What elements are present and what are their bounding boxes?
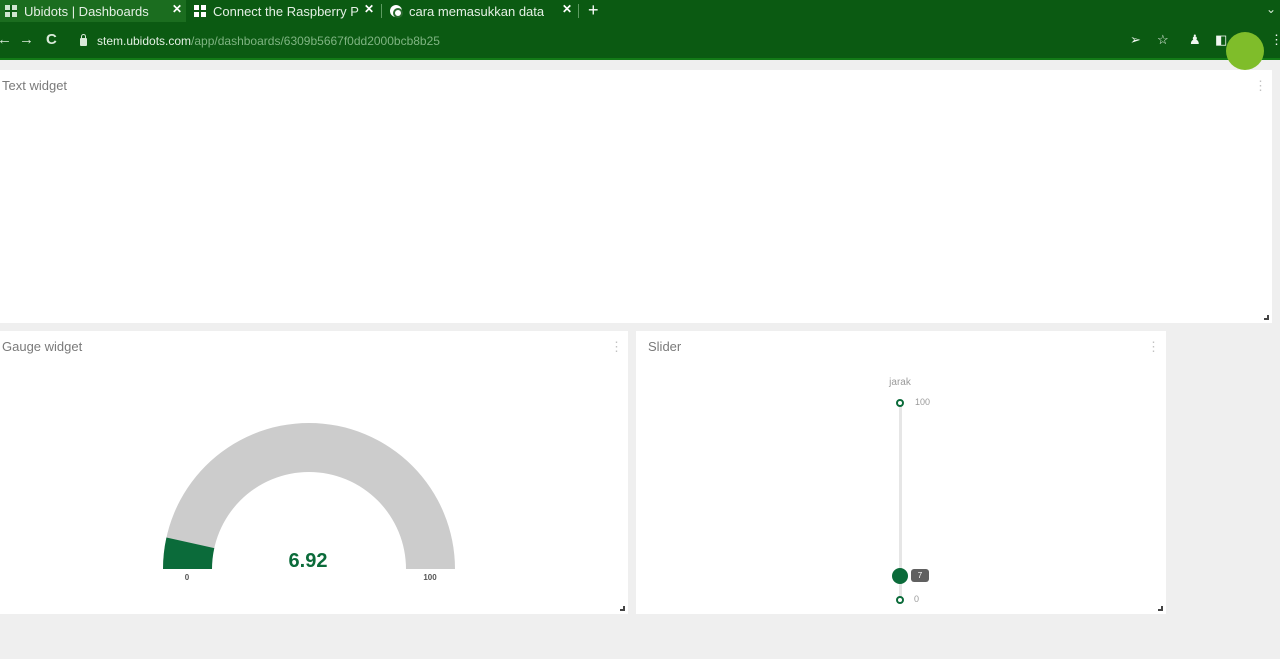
slider-value-tooltip: 7 [911, 568, 929, 582]
widget-title: Slider [648, 339, 682, 354]
browser-menu-icon[interactable]: ⋮ [1270, 32, 1280, 48]
lock-icon [80, 34, 87, 46]
close-tab-icon[interactable]: ✕ [562, 2, 572, 16]
text-widget: Text widget ⋮ [0, 70, 1272, 323]
widget-menu-icon[interactable]: ⋮ [1254, 78, 1267, 94]
slider-widget: Slider ⋮ jarak 100 0 7 [636, 331, 1166, 614]
tab-connect-raspberry[interactable]: Connect the Raspberry P ✕ [188, 0, 378, 22]
side-panel-icon[interactable]: ◧ [1215, 32, 1227, 48]
browser-toolbar: ← → C stem.ubidots.com /app/dashboards/6… [0, 22, 1280, 60]
slider-min-label: 0 [914, 594, 920, 604]
close-tab-icon[interactable]: ✕ [364, 2, 374, 16]
slider-handle[interactable] [892, 567, 908, 584]
new-tab-button[interactable]: + [588, 0, 599, 22]
back-icon[interactable]: ← [0, 31, 12, 49]
widget-title: Text widget [2, 78, 68, 93]
url-path: /app/dashboards/6309b5667f0dd2000bcb8b25 [191, 34, 440, 48]
gauge-value: 6.92 [288, 550, 328, 572]
resize-handle[interactable] [620, 606, 625, 611]
gauge-max-label: 100 [423, 573, 437, 582]
address-bar[interactable]: stem.ubidots.com /app/dashboards/6309b56… [80, 31, 640, 51]
google-favicon-icon [390, 5, 403, 18]
slider-min-marker [896, 596, 904, 604]
tab-cara-memasukkan-data[interactable]: cara memasukkan data ✕ [384, 0, 576, 22]
browser-tab-bar: Ubidots | Dashboards ✕ Connect the Raspb… [0, 0, 1280, 22]
bookmark-star-icon[interactable]: ☆ [1157, 32, 1169, 48]
tab-search-icon[interactable]: ⌄ [1266, 2, 1276, 16]
extensions-icon[interactable]: ♟ [1189, 32, 1201, 48]
share-icon[interactable]: ➢ [1130, 32, 1141, 48]
gauge-min-label: 0 [184, 573, 190, 582]
tab-separator [381, 4, 382, 18]
tab-title: Connect the Raspberry P [213, 3, 359, 19]
resize-handle[interactable] [1264, 315, 1269, 320]
tab-title: Ubidots | Dashboards [24, 3, 149, 19]
tab-ubidots-dashboards[interactable]: Ubidots | Dashboards ✕ [0, 0, 186, 22]
url-host: stem.ubidots.com [97, 34, 192, 48]
tab-title: cara memasukkan data [409, 3, 545, 19]
close-tab-icon[interactable]: ✕ [172, 2, 182, 16]
ubidots-favicon-icon [5, 5, 17, 17]
forward-icon[interactable]: → [19, 31, 34, 49]
floating-action-button[interactable] [1226, 32, 1264, 70]
windows-favicon-icon [194, 5, 206, 17]
slider-variable-label: jarak [889, 377, 911, 388]
gauge-widget: Gauge widget ⋮ 6.92 0 100 [0, 331, 628, 614]
resize-handle[interactable] [1158, 606, 1163, 611]
widget-menu-icon[interactable]: ⋮ [1147, 339, 1160, 355]
slider-max-label: 100 [915, 397, 931, 407]
slider-max-marker [896, 399, 904, 407]
reload-icon[interactable]: C [46, 31, 57, 49]
tab-separator [578, 4, 579, 18]
